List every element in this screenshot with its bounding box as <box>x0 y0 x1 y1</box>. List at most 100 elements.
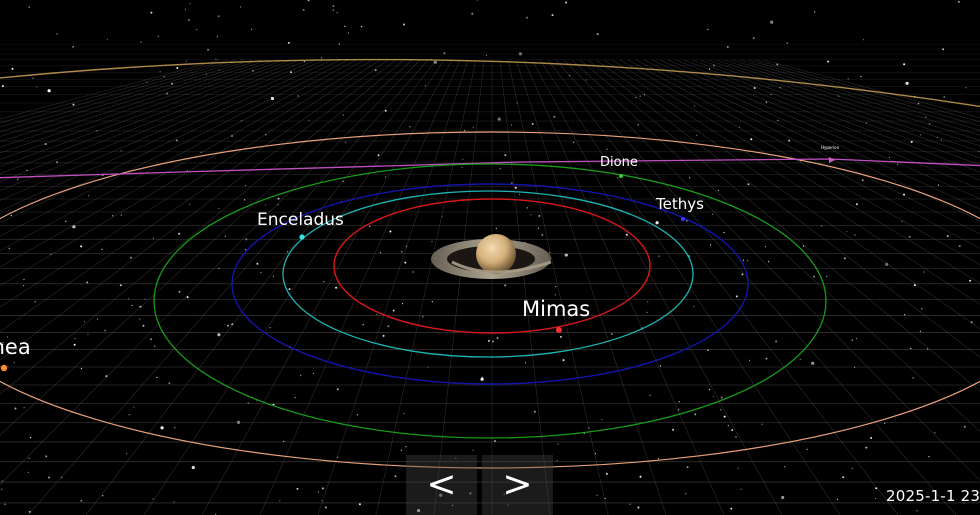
rhea-moon[interactable] <box>0 364 8 372</box>
star <box>925 116 927 118</box>
grid-line <box>143 59 445 515</box>
star <box>610 333 613 335</box>
grid-line <box>603 59 980 305</box>
star <box>495 227 497 229</box>
star <box>317 491 319 493</box>
star <box>29 437 32 439</box>
star <box>87 333 89 335</box>
star <box>288 288 291 291</box>
space-scene[interactable]: Mimas Enceladus Tethys Dione Rhea Hyperi… <box>0 0 980 515</box>
star <box>8 247 10 249</box>
hyperion-moon[interactable] <box>829 157 835 163</box>
rhea-label: Rhea <box>0 335 31 359</box>
star <box>152 237 154 239</box>
star <box>23 278 25 280</box>
star <box>392 309 395 312</box>
star <box>269 327 271 329</box>
star <box>480 377 484 381</box>
star <box>403 412 405 414</box>
tethys-moon[interactable] <box>681 217 685 221</box>
star <box>80 245 83 248</box>
star <box>324 506 327 509</box>
star <box>604 497 606 500</box>
saturn-planet[interactable] <box>431 234 552 279</box>
star <box>884 422 886 424</box>
star <box>802 245 805 247</box>
star <box>601 418 603 421</box>
star <box>555 286 557 288</box>
dione-orbit <box>153 163 827 439</box>
star <box>811 361 815 365</box>
star <box>504 154 507 157</box>
star <box>814 11 816 13</box>
star <box>382 334 385 337</box>
star <box>356 414 358 416</box>
star <box>485 54 488 56</box>
star <box>531 122 534 125</box>
star <box>14 407 17 410</box>
star <box>942 48 945 51</box>
star <box>185 60 187 62</box>
star <box>748 359 751 361</box>
star <box>765 101 768 103</box>
star <box>157 35 159 37</box>
star <box>239 6 241 8</box>
mimas-moon[interactable] <box>556 327 562 333</box>
star <box>946 235 949 238</box>
grid-line <box>0 59 221 120</box>
star <box>422 316 424 318</box>
star <box>260 272 262 274</box>
grid-line <box>0 59 349 237</box>
star <box>765 357 768 360</box>
star <box>519 193 521 195</box>
dione-moon[interactable] <box>619 174 623 178</box>
star <box>332 9 334 11</box>
star <box>431 301 433 303</box>
star <box>913 284 916 287</box>
star <box>34 301 36 303</box>
star <box>637 506 640 509</box>
next-button[interactable]: > <box>482 455 553 515</box>
star <box>903 63 906 66</box>
star <box>321 57 323 59</box>
star <box>855 203 858 206</box>
grid-line <box>707 59 980 152</box>
star <box>402 303 404 305</box>
star <box>1 480 3 482</box>
star <box>937 184 940 186</box>
star <box>723 231 725 234</box>
grid-line <box>595 59 980 330</box>
star <box>559 335 562 338</box>
grid-line <box>0 59 245 132</box>
star <box>629 503 631 505</box>
star <box>747 260 749 262</box>
star <box>888 156 891 158</box>
star <box>647 301 649 303</box>
star <box>174 427 176 429</box>
star <box>404 261 407 264</box>
star <box>152 498 154 500</box>
star <box>217 333 221 337</box>
star <box>727 424 729 426</box>
star <box>227 324 229 327</box>
star <box>245 249 247 251</box>
star <box>131 304 133 307</box>
star <box>307 0 310 2</box>
star <box>412 271 414 273</box>
enceladus-moon[interactable] <box>299 234 305 240</box>
star <box>923 271 925 273</box>
grid-line <box>317 59 469 515</box>
star <box>224 235 226 237</box>
previous-button[interactable]: < <box>406 455 477 515</box>
star <box>693 306 695 308</box>
star <box>332 5 335 7</box>
star <box>184 8 186 10</box>
grid-line <box>611 59 980 284</box>
star <box>403 23 405 26</box>
star <box>606 148 608 150</box>
star <box>693 105 696 107</box>
star <box>72 45 75 48</box>
rhea-orbit <box>0 131 980 469</box>
grid-line <box>739 59 980 131</box>
star <box>836 498 839 500</box>
